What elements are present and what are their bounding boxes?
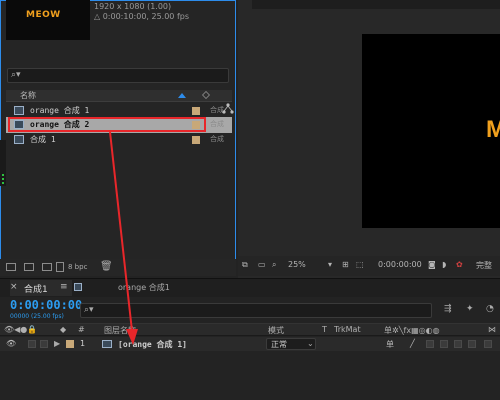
- new-folder-icon[interactable]: [24, 263, 34, 271]
- layer-label-color[interactable]: [66, 340, 74, 348]
- zoom-icon[interactable]: ⌕: [272, 260, 276, 270]
- mode-value: 正常: [271, 340, 287, 349]
- project-footer: 8 bpc 🗑: [0, 259, 236, 276]
- show-snapshot-icon[interactable]: ◗: [442, 260, 446, 269]
- search-icon: ⌕▾: [11, 70, 21, 80]
- zoom-select[interactable]: 25%: [288, 260, 306, 269]
- resolution-select[interactable]: 完整: [476, 260, 492, 271]
- mode-column: 模式: [268, 326, 284, 335]
- viewer-toolbar: ⧉ ▭ ⌕ 25% ▾ ⊞ ⬚ 0:00:00:00 ◙ ◗ ✿ 完整: [238, 256, 500, 276]
- project-search-input[interactable]: ⌕▾: [7, 68, 229, 83]
- transparency-grid-icon[interactable]: ⬚: [356, 260, 364, 269]
- comp-thumbnail: [6, 0, 90, 40]
- sort-arrow-icon[interactable]: [178, 93, 186, 98]
- comp-flowchart-icon[interactable]: ⇶: [444, 304, 452, 314]
- layer-number-column: #: [78, 325, 85, 334]
- project-item[interactable]: 合成 1 合成: [6, 132, 232, 148]
- t-column: T: [322, 325, 327, 334]
- highlight-box: [8, 117, 206, 132]
- always-preview-icon[interactable]: ⧉: [242, 260, 248, 270]
- av-features-icon[interactable]: 👁◀●🔒: [4, 325, 37, 334]
- timeline-layer-row[interactable]: 👁 ▶ 1 [orange 合成 1] 单 ╱: [0, 337, 500, 351]
- viewer-top-bar: [252, 0, 500, 9]
- comp-resolution: 1920 x 1080 (1.00): [94, 2, 172, 11]
- composition-icon: [14, 135, 24, 144]
- project-column-header: 名称: [6, 90, 232, 102]
- snapshot-icon[interactable]: ◙: [428, 260, 436, 269]
- expand-icon[interactable]: ⋈: [488, 325, 496, 334]
- frame-info: 00000 (25.00 fps): [10, 313, 64, 320]
- 3d-layer-switch[interactable]: [454, 340, 462, 348]
- tab-comp1[interactable]: × 合成1 ≡: [10, 280, 72, 296]
- project-item-type: 合成: [210, 120, 224, 128]
- thumbnail-text: MEOW: [26, 10, 61, 20]
- current-time-display[interactable]: 0:00:00:00: [10, 298, 82, 312]
- project-settings-icon[interactable]: [56, 262, 64, 272]
- project-item-label: 合成 1: [30, 135, 56, 144]
- bpc-label[interactable]: 8 bpc: [68, 263, 87, 271]
- chevron-down-icon: ⌄: [307, 339, 314, 348]
- audio-toggle[interactable]: [28, 340, 36, 348]
- project-item-label: orange 合成 1: [30, 106, 90, 115]
- zoom-dropdown-icon[interactable]: ▾: [328, 260, 332, 269]
- expand-arrow-icon[interactable]: ▶: [54, 339, 60, 348]
- composition-icon: [102, 340, 112, 348]
- trash-icon[interactable]: 🗑: [100, 261, 113, 272]
- layer-mode-select[interactable]: 正常 ⌄: [266, 338, 316, 350]
- flowchart-icon[interactable]: [222, 103, 234, 115]
- region-of-interest-icon[interactable]: ⊞: [342, 260, 349, 269]
- tab-menu-icon[interactable]: ≡: [60, 282, 68, 292]
- viewer-timecode[interactable]: 0:00:00:00: [378, 260, 422, 269]
- comp-duration: △ 0:00:10:00, 25.00 fps: [94, 12, 190, 21]
- canvas-text: M: [486, 116, 500, 143]
- trkmat-column: TrkMat: [334, 325, 361, 334]
- label-color-swatch[interactable]: [192, 107, 200, 115]
- close-icon[interactable]: ×: [10, 282, 18, 292]
- layer-name[interactable]: [orange 合成 1]: [118, 339, 187, 350]
- lock-toggle[interactable]: [40, 340, 48, 348]
- monitor-icon[interactable]: ▭: [258, 260, 266, 269]
- timeline-column-header: 👁◀●🔒 ◆ # 图层名称 模式 T TrkMat 单✲╲fx▦◎◐◍ ⋈: [0, 323, 500, 336]
- project-item-type: 合成: [210, 135, 224, 143]
- effect-switch[interactable]: [468, 340, 476, 348]
- label-column-icon[interactable]: ◆: [60, 325, 66, 334]
- new-composition-icon[interactable]: [42, 263, 52, 271]
- label-color-swatch[interactable]: [192, 136, 200, 144]
- timeline-search-input[interactable]: ⌕▾: [80, 303, 432, 318]
- parent-switch[interactable]: [484, 340, 492, 348]
- visibility-eye-icon[interactable]: 👁: [6, 339, 16, 348]
- collapse-switch-icon[interactable]: ╱: [410, 339, 415, 348]
- switches-column-icons[interactable]: 单✲╲fx▦◎◐◍: [384, 325, 440, 336]
- interpret-footage-icon[interactable]: [6, 263, 16, 271]
- color-channel-icon[interactable]: ✿: [456, 260, 463, 269]
- tab-orange-comp1[interactable]: orange 合成1: [118, 282, 170, 293]
- composition-icon: [74, 283, 82, 291]
- shy-layers-icon[interactable]: ◔: [486, 304, 494, 314]
- search-icon: ⌕▾: [84, 305, 94, 315]
- layer-number: 1: [80, 339, 86, 348]
- shy-switch-icon[interactable]: 单: [386, 339, 394, 350]
- audio-meter-strip: [0, 140, 6, 186]
- composition-canvas[interactable]: [362, 34, 500, 228]
- draft-3d-icon[interactable]: ✦: [466, 304, 474, 314]
- adjustment-switch[interactable]: [440, 340, 448, 348]
- composition-icon: [14, 106, 24, 115]
- layer-name-column[interactable]: 图层名称: [104, 325, 136, 336]
- label-column-icon[interactable]: [202, 91, 210, 99]
- column-name-label: 名称: [20, 91, 36, 100]
- tab-label: 合成1: [24, 285, 48, 295]
- motion-blur-switch[interactable]: [426, 340, 434, 348]
